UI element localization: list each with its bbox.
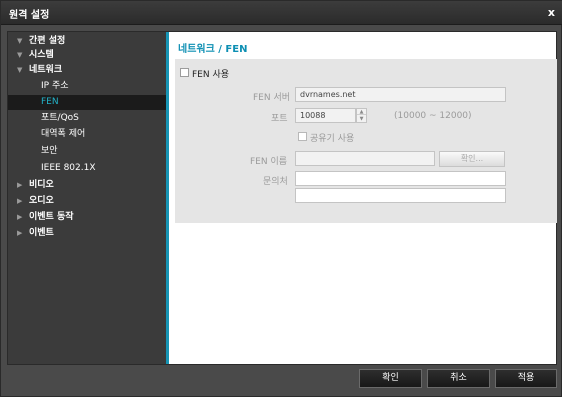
port-range-text: (10000 ~ 12000): [394, 111, 472, 121]
tree-item-label: 대역폭 제어: [41, 129, 86, 139]
close-icon[interactable]: x: [548, 6, 555, 19]
tree-item-label: 오디오: [29, 196, 54, 206]
contact-field-2[interactable]: [295, 188, 506, 203]
tree-item-label: 간편 설정: [29, 36, 66, 46]
contact-label: 문의처: [263, 177, 288, 187]
port-field[interactable]: 10088: [295, 108, 356, 123]
window-title: 원격 설정: [9, 10, 50, 21]
port-stepper[interactable]: ▲ ▼: [356, 108, 367, 123]
stepper-up-icon[interactable]: ▲: [357, 109, 366, 115]
fen-name-label: FEN 이름: [250, 157, 288, 167]
tree-item-system[interactable]: ▼ 시스템: [8, 48, 166, 63]
title-bar[interactable]: 원격 설정 x: [1, 1, 562, 25]
chevron-right-icon[interactable]: ▶: [17, 210, 22, 225]
tree-item-network[interactable]: ▼ 네트워크: [8, 63, 166, 78]
tree-item-ip-address[interactable]: IP 주소: [8, 79, 166, 94]
tree-item-port-qos[interactable]: 포트/QoS: [8, 111, 166, 126]
chevron-right-icon[interactable]: ▶: [17, 194, 22, 209]
settings-panel: 네트워크 / FEN FEN 사용 FEN 서버 dvrnames.net 포트…: [169, 32, 557, 364]
tree-item-label: 이벤트: [29, 228, 54, 238]
tree-item-label: 이벤트 동작: [29, 212, 74, 222]
tree-item-ieee-8021x[interactable]: IEEE 802.1X: [8, 161, 166, 176]
page-title: 네트워크 / FEN: [178, 44, 248, 55]
settings-tree: ▼ 간편 설정 ▼ 시스템 ▼ 네트워크 IP 주소 FEN 포트/QoS 대역…: [8, 32, 166, 364]
tree-item-label: 네트워크: [29, 65, 63, 75]
tree-item-bandwidth-control[interactable]: 대역폭 제어: [8, 127, 166, 142]
port-label: 포트: [271, 114, 288, 124]
tree-item-label: IP 주소: [41, 81, 69, 91]
apply-button[interactable]: 적용: [495, 369, 557, 388]
fen-server-field[interactable]: dvrnames.net: [295, 87, 506, 102]
tree-item-event-action[interactable]: ▶ 이벤트 동작: [8, 210, 166, 225]
share-router-label: 공유기 사용: [310, 134, 355, 144]
chevron-down-icon[interactable]: ▼: [17, 63, 22, 78]
tree-item-event[interactable]: ▶ 이벤트: [8, 226, 166, 241]
fen-server-label: FEN 서버: [253, 93, 291, 103]
tree-item-video[interactable]: ▶ 비디오: [8, 178, 166, 193]
tree-item-label: 시스템: [29, 50, 54, 60]
tree-item-label: FEN: [41, 97, 59, 107]
chevron-down-icon[interactable]: ▼: [17, 48, 22, 63]
fen-use-label: FEN 사용: [192, 70, 230, 80]
tree-item-fen[interactable]: FEN: [8, 95, 166, 110]
chevron-down-icon[interactable]: ▼: [17, 34, 22, 49]
stepper-down-icon[interactable]: ▼: [357, 116, 366, 122]
tree-item-label: 보안: [41, 146, 58, 156]
tree-item-label: 비디오: [29, 180, 54, 190]
fen-use-checkbox[interactable]: [180, 68, 189, 77]
tree-item-audio[interactable]: ▶ 오디오: [8, 194, 166, 209]
chevron-right-icon[interactable]: ▶: [17, 226, 22, 241]
fen-settings-group: FEN 사용 FEN 서버 dvrnames.net 포트 10088 ▲ ▼ …: [175, 59, 557, 223]
remote-settings-window: 원격 설정 x ▼ 간편 설정 ▼ 시스템 ▼ 네트워크 IP 주소 FEN 포…: [0, 0, 562, 397]
chevron-right-icon[interactable]: ▶: [17, 178, 22, 193]
tree-item-security[interactable]: 보안: [8, 144, 166, 159]
ok-button[interactable]: 확인: [359, 369, 422, 388]
tree-item-label: 포트/QoS: [41, 113, 79, 123]
tree-item-quick-setup[interactable]: ▼ 간편 설정: [8, 34, 166, 49]
share-router-checkbox[interactable]: [298, 132, 307, 141]
tree-item-label: IEEE 802.1X: [41, 163, 96, 173]
contact-field-1[interactable]: [295, 171, 506, 186]
fen-name-field[interactable]: [295, 151, 435, 166]
fen-name-check-button[interactable]: 확인...: [439, 151, 505, 167]
cancel-button[interactable]: 취소: [427, 369, 490, 388]
